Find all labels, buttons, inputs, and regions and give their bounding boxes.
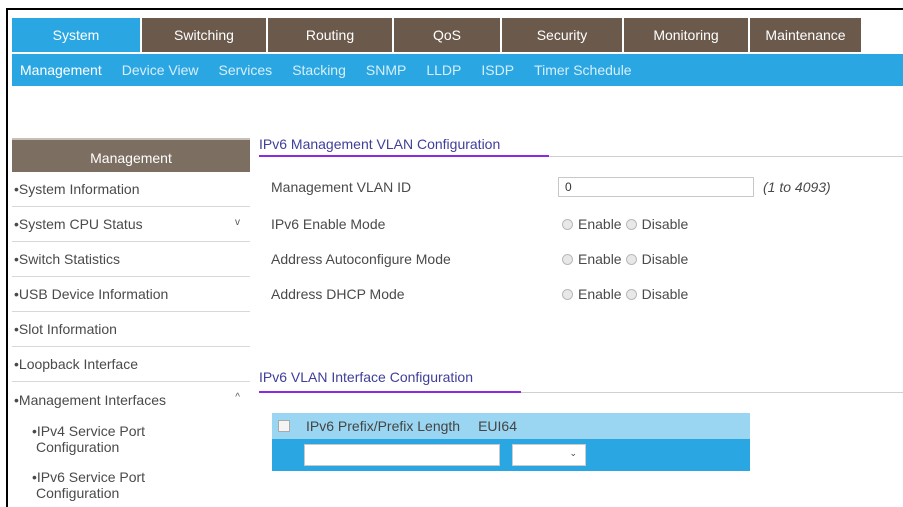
dhcp-mode-label: Address DHCP Mode: [271, 286, 405, 302]
autoconf-mode-radios: Enable Disable: [562, 251, 688, 267]
sidebar-item-switch-statistics[interactable]: • Switch Statistics: [12, 242, 250, 277]
autoconf-mode-label: Address Autoconfigure Mode: [271, 251, 451, 267]
enable-label: Enable: [578, 251, 622, 267]
subnav-device-view[interactable]: Device View: [122, 62, 199, 78]
subnav-management[interactable]: Management: [20, 62, 102, 78]
sub-navigation: Management Device View Services Stacking…: [12, 54, 903, 86]
tab-switching[interactable]: Switching: [142, 18, 266, 52]
sidebar-item-label: Management Interfaces: [18, 391, 166, 408]
sidebar-item-label: USB Device Information: [18, 286, 169, 302]
sidebar-subitem-label-line2: Configuration: [36, 439, 120, 455]
ipv6-enable-mode-radios: Enable Disable: [562, 216, 688, 232]
enable-label: Enable: [578, 216, 622, 232]
subnav-lldp[interactable]: LLDP: [426, 62, 461, 78]
sidebar-item-slot-information[interactable]: • Slot Information: [12, 312, 250, 347]
sidebar-item-label: Slot Information: [18, 321, 117, 337]
sidebar-item-loopback-interface[interactable]: • Loopback Interface: [12, 347, 250, 382]
sidebar-item-system-information[interactable]: • System Information: [12, 172, 250, 207]
sidebar-item-label: System CPU Status: [18, 216, 143, 232]
disable-label: Disable: [641, 251, 689, 267]
vlan-id-input[interactable]: 0: [558, 177, 754, 197]
sidebar-subitem-label: IPv6 Service Port: [36, 469, 146, 485]
section-accent: [259, 391, 521, 393]
sidebar-subitem-ipv4-service-port[interactable]: •IPv4 Service Port Configuration: [12, 423, 250, 455]
section-accent: [259, 155, 549, 157]
sidebar-item-usb-device-information[interactable]: • USB Device Information: [12, 277, 250, 312]
sidebar-item-label: Switch Statistics: [18, 251, 121, 267]
chevron-down-icon: ⌄: [569, 448, 577, 458]
disable-radio[interactable]: [625, 253, 637, 265]
sidebar-heading: Management: [12, 138, 250, 172]
subnav-stacking[interactable]: Stacking: [292, 62, 346, 78]
top-navigation: System Switching Routing QoS Security Mo…: [12, 18, 863, 52]
sidebar-subitem-label: IPv4 Service Port: [36, 423, 146, 439]
ipv6-prefix-input[interactable]: [304, 444, 500, 466]
vlan-id-hint: (1 to 4093): [763, 179, 831, 195]
subnav-timer-schedule[interactable]: Timer Schedule: [534, 62, 632, 78]
subnav-isdp[interactable]: ISDP: [481, 62, 514, 78]
column-header-eui64: EUI64: [478, 418, 517, 434]
tab-monitoring[interactable]: Monitoring: [624, 18, 748, 52]
enable-radio[interactable]: [562, 253, 573, 265]
tab-routing[interactable]: Routing: [268, 18, 392, 52]
disable-radio[interactable]: [625, 288, 637, 300]
tab-maintenance[interactable]: Maintenance: [750, 18, 861, 52]
column-header-prefix: IPv6 Prefix/Prefix Length: [306, 418, 461, 434]
enable-radio[interactable]: [562, 218, 573, 230]
select-all-checkbox[interactable]: [278, 420, 290, 432]
subnav-snmp[interactable]: SNMP: [366, 62, 406, 78]
sidebar-subitem-label-line2: Configuration: [36, 485, 120, 501]
tab-security[interactable]: Security: [502, 18, 622, 52]
tab-qos[interactable]: QoS: [394, 18, 500, 52]
sidebar-item-label: Loopback Interface: [18, 356, 138, 372]
chevron-up-icon[interactable]: ^: [235, 392, 240, 403]
ipv6-prefix-table: IPv6 Prefix/Prefix Length EUI64 ⌄: [272, 413, 750, 471]
sidebar-item-system-cpu-status[interactable]: • System CPU Status v: [12, 207, 250, 242]
table-header: IPv6 Prefix/Prefix Length EUI64: [272, 413, 750, 439]
chevron-down-icon[interactable]: v: [235, 217, 240, 228]
dhcp-mode-radios: Enable Disable: [562, 286, 688, 302]
enable-label: Enable: [578, 286, 622, 302]
subnav-services[interactable]: Services: [219, 62, 273, 78]
vlan-id-label: Management VLAN ID: [271, 179, 412, 195]
section-title-vlan-interface: IPv6 VLAN Interface Configuration: [259, 369, 474, 385]
tab-system[interactable]: System: [12, 18, 140, 52]
disable-label: Disable: [641, 216, 689, 232]
table-row-new-entry: ⌄: [272, 439, 750, 471]
sidebar: Management • System Information • System C…: [12, 138, 250, 501]
sidebar-subitem-ipv6-service-port[interactable]: •IPv6 Service Port Configuration: [12, 469, 250, 501]
disable-label: Disable: [641, 286, 689, 302]
disable-radio[interactable]: [625, 218, 637, 230]
eui64-select[interactable]: ⌄: [512, 444, 586, 466]
ipv6-enable-mode-label: IPv6 Enable Mode: [271, 216, 386, 232]
sidebar-item-label: System Information: [18, 181, 140, 197]
enable-radio[interactable]: [562, 288, 573, 300]
sidebar-item-management-interfaces[interactable]: • Management Interfaces ^: [12, 382, 250, 417]
section-title-mgmt-vlan: IPv6 Management VLAN Configuration: [259, 136, 501, 152]
